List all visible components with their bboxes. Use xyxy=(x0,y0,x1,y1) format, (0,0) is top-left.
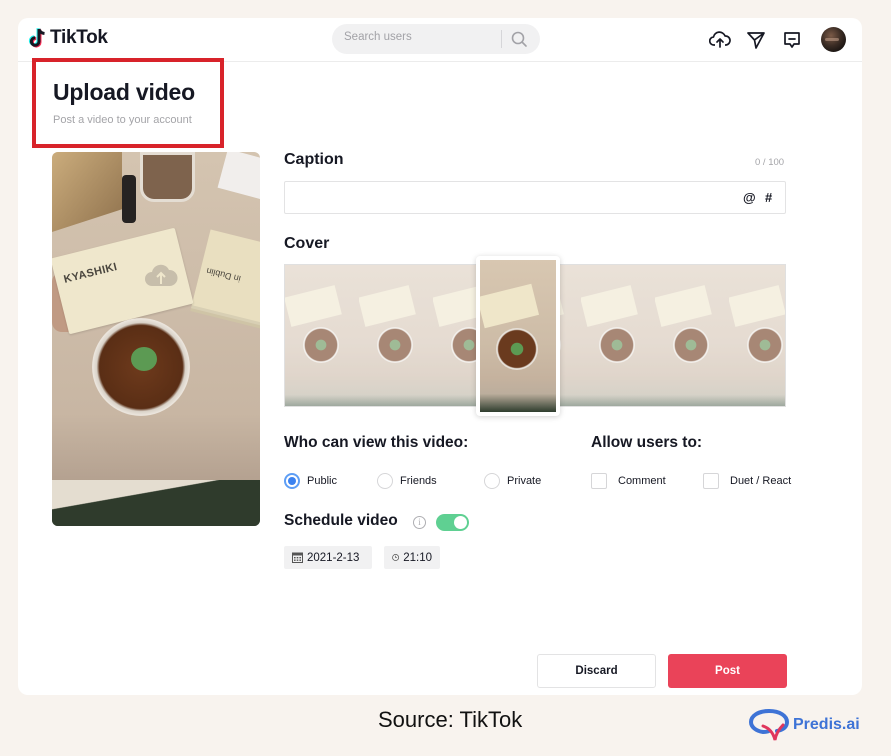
messages-button[interactable] xyxy=(744,28,768,52)
page-subtitle: Post a video to your account xyxy=(53,114,192,126)
preview-card-stack: in Dublin xyxy=(191,229,260,325)
preview-bottle xyxy=(122,175,136,223)
video-preview[interactable]: in Dublin KYASHIKI xyxy=(52,152,260,526)
preview-leaf xyxy=(131,347,157,371)
preview-card-text: KYASHIKI xyxy=(62,260,119,286)
selected-cover-frame xyxy=(480,260,556,412)
caption-char-counter: 0 / 100 xyxy=(755,157,785,168)
search-bar xyxy=(332,24,540,54)
mention-button[interactable]: @ xyxy=(743,190,756,205)
cover-frame[interactable] xyxy=(729,265,785,406)
predis-brand-text: Predis.ai xyxy=(793,716,860,733)
inbox-button[interactable] xyxy=(780,28,804,52)
top-navigation-bar: TikTok xyxy=(18,18,862,62)
schedule-toggle[interactable] xyxy=(436,514,469,531)
radio-friends-label: Friends xyxy=(400,475,437,487)
search-icon xyxy=(511,31,527,47)
upload-button[interactable] xyxy=(708,28,732,52)
schedule-time: 21:10 xyxy=(403,551,432,564)
cloud-logo-icon xyxy=(145,264,178,286)
checkbox-duet-react-label: Duet / React xyxy=(730,475,792,487)
inbox-message-icon xyxy=(784,32,800,48)
predis-brand: Predis.ai xyxy=(749,708,860,742)
cover-frame[interactable] xyxy=(285,265,359,406)
preview-towel xyxy=(217,152,260,200)
preview-table-edge xyxy=(52,480,260,526)
tiktok-note-icon xyxy=(28,28,45,48)
brand-name: TikTok xyxy=(50,27,108,48)
upload-cloud-icon xyxy=(709,31,731,48)
search-button[interactable] xyxy=(510,30,530,48)
cover-frame[interactable] xyxy=(655,265,729,406)
predis-logo-icon xyxy=(749,709,789,741)
preview-jar xyxy=(140,152,195,202)
cover-frame[interactable] xyxy=(359,265,433,406)
calendar-icon xyxy=(292,552,303,563)
cover-frame-selector[interactable] xyxy=(476,256,560,416)
visibility-option-friends[interactable]: Friends xyxy=(377,473,437,489)
upload-page-card: TikTok Search users Upload video Post a … xyxy=(18,18,862,695)
hashtag-button[interactable]: # xyxy=(765,190,772,205)
tiktok-logo[interactable]: TikTok xyxy=(28,27,108,49)
discard-button[interactable]: Discard xyxy=(537,654,656,688)
schedule-label: Schedule video xyxy=(284,512,398,529)
caption-field: @ # xyxy=(284,181,786,214)
avatar[interactable] xyxy=(821,27,846,52)
checkbox-comment-label: Comment xyxy=(618,475,666,487)
cover-label: Cover xyxy=(284,235,330,252)
preview-basket xyxy=(52,152,122,232)
caption-input[interactable] xyxy=(293,190,723,204)
preview-card-stack-text: in Dublin xyxy=(205,265,242,285)
send-icon xyxy=(747,32,765,49)
radio-private-label: Private xyxy=(507,475,542,487)
allow-option-duet[interactable]: Duet / React xyxy=(703,473,791,489)
visibility-option-public[interactable]: Public xyxy=(284,473,337,489)
allow-option-comment[interactable]: Comment xyxy=(591,473,666,489)
checkbox-comment[interactable] xyxy=(591,473,607,489)
schedule-date-picker[interactable]: 2021-2-13 xyxy=(284,546,372,569)
clock-icon xyxy=(392,554,400,561)
source-caption: Source: TikTok xyxy=(378,707,523,732)
radio-private[interactable] xyxy=(484,473,500,489)
radio-public[interactable] xyxy=(284,473,300,489)
caption-label: Caption xyxy=(284,151,344,168)
checkbox-duet-react[interactable] xyxy=(703,473,719,489)
radio-public-label: Public xyxy=(307,475,337,487)
visibility-option-private[interactable]: Private xyxy=(484,473,541,489)
cover-frame[interactable] xyxy=(581,265,655,406)
radio-friends[interactable] xyxy=(377,473,393,489)
visibility-label: Who can view this video: xyxy=(284,434,469,451)
schedule-date: 2021-2-13 xyxy=(307,551,360,564)
allow-users-label: Allow users to: xyxy=(591,434,703,451)
post-button[interactable]: Post xyxy=(668,654,787,688)
search-divider xyxy=(501,30,502,48)
schedule-time-picker[interactable]: 21:10 xyxy=(384,546,440,569)
page-title: Upload video xyxy=(53,79,196,105)
info-icon[interactable]: i xyxy=(413,516,426,529)
search-input[interactable] xyxy=(344,31,494,43)
